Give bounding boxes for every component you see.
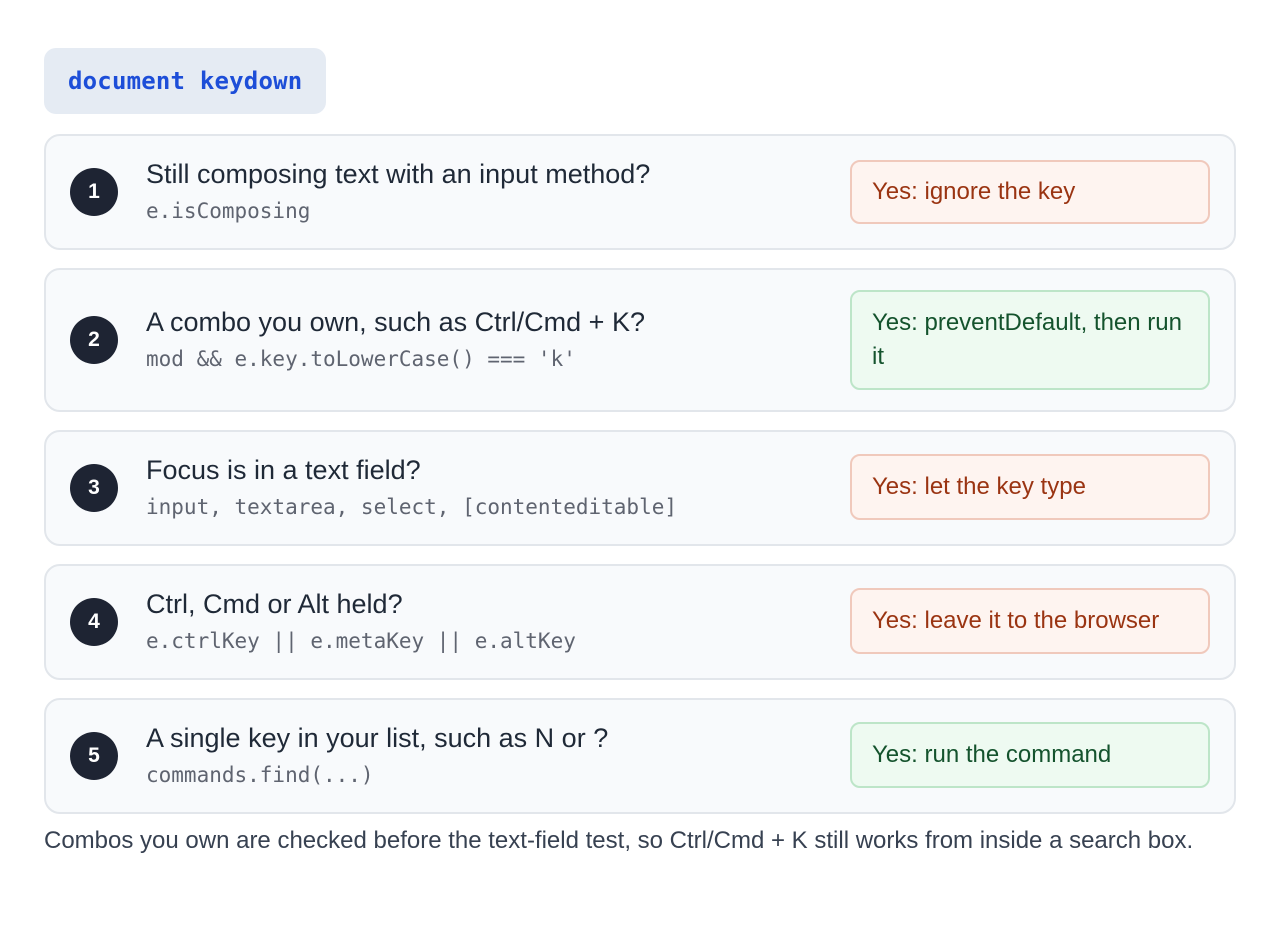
decision-steps: 1 Still composing text with an input met…: [44, 134, 1236, 832]
footnote: Combos you own are checked before the te…: [44, 827, 1194, 854]
event-label-chip: document keydown: [44, 48, 327, 114]
step-number-badge: 4: [70, 598, 118, 646]
step-outcome-stop: Yes: ignore the key: [850, 160, 1210, 224]
step-4-card: 4 Ctrl, Cmd or Alt held? e.ctrlKey || e.…: [44, 564, 1236, 680]
step-number-badge: 5: [70, 732, 118, 780]
step-3-card: 3 Focus is in a text field? input, texta…: [44, 430, 1236, 546]
step-5-card: 5 A single key in your list, such as N o…: [44, 698, 1236, 814]
step-outcome-go: Yes: run the command: [850, 722, 1210, 788]
event-label: document keydown: [68, 67, 303, 95]
step-number-badge: 3: [70, 464, 118, 512]
step-2-card: 2 A combo you own, such as Ctrl/Cmd + K?…: [44, 268, 1236, 412]
step-number-badge: 2: [70, 316, 118, 364]
step-outcome-stop: Yes: leave it to the browser: [850, 588, 1210, 654]
step-outcome-go: Yes: preventDefault, then run it: [850, 290, 1210, 390]
step-1-card: 1 Still composing text with an input met…: [44, 134, 1236, 250]
step-outcome-stop: Yes: let the key type: [850, 454, 1210, 520]
step-number-badge: 1: [70, 168, 118, 216]
